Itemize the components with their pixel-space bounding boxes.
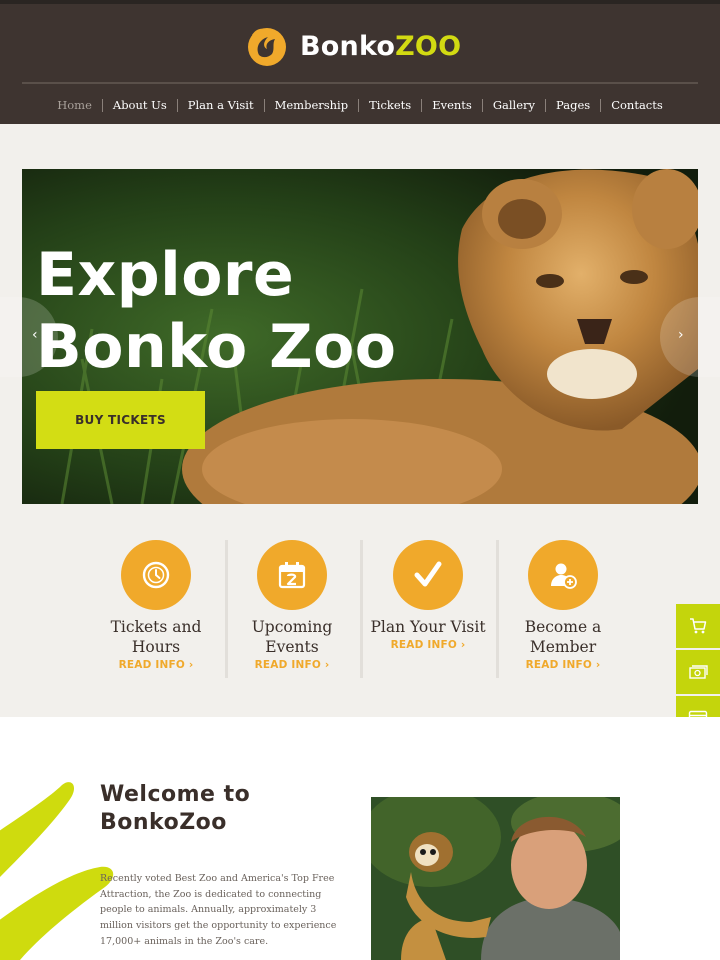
add-user-icon: [551, 563, 577, 589]
nav-item-pages[interactable]: Pages: [545, 98, 600, 112]
feature-plan-your-visit: Plan Your Visit READ INFO ›: [360, 540, 496, 651]
chevron-right-icon: ›: [678, 327, 684, 343]
nav-item-tickets[interactable]: Tickets: [358, 98, 421, 112]
buy-tickets-button[interactable]: BUY TICKETS: [36, 391, 205, 449]
hero-title: Explore Bonko Zoo: [36, 239, 397, 383]
feature-upcoming-events: Upcoming Events READ INFO ›: [224, 540, 360, 671]
welcome-title-line1: Welcome to: [100, 782, 251, 807]
feature-title: Become a Member: [495, 617, 631, 657]
feature-title-line2: Member: [529, 638, 597, 656]
feature-icon-circle[interactable]: [257, 540, 327, 610]
read-info-link[interactable]: READ INFO ›: [224, 659, 360, 671]
money-icon: [689, 665, 708, 679]
hero-title-line2: Bonko Zoo: [36, 312, 397, 382]
feature-title-line2: Hours: [131, 638, 181, 656]
feature-title: Plan Your Visit: [360, 617, 496, 637]
feature-tickets-and-hours: Tickets and Hours READ INFO ›: [88, 540, 224, 671]
feature-title: Tickets and Hours: [88, 617, 224, 657]
welcome-title-line2: BonkoZoo: [100, 810, 227, 835]
flame-logo-icon: [248, 28, 286, 66]
nav-item-plan-a-visit[interactable]: Plan a Visit: [176, 98, 264, 112]
logo-text-part2: ZOO: [395, 30, 462, 62]
hero-slider: Explore Bonko Zoo BUY TICKETS: [22, 169, 698, 504]
checkmark-icon: [414, 561, 442, 587]
nav-item-membership[interactable]: Membership: [263, 98, 359, 112]
feature-icon-circle[interactable]: [528, 540, 598, 610]
nav-item-about-us[interactable]: About Us: [101, 98, 177, 112]
feature-icon-circle[interactable]: [121, 540, 191, 610]
welcome-photo: [371, 797, 620, 960]
nav-item-gallery[interactable]: Gallery: [481, 98, 545, 112]
keeper-with-monkey-image: [371, 797, 620, 960]
feature-title-line1: Upcoming: [251, 618, 333, 636]
feature-icon-circle[interactable]: [393, 540, 463, 610]
read-info-link[interactable]: READ INFO ›: [88, 659, 224, 671]
read-info-link[interactable]: READ INFO ›: [360, 639, 496, 651]
side-money-button[interactable]: [676, 650, 720, 694]
hero-title-line1: Explore: [36, 240, 295, 310]
welcome-body-text: Recently voted Best Zoo and America's To…: [100, 873, 337, 947]
feature-title-line1: Become a: [524, 618, 602, 636]
main-nav: Home About Us Plan a Visit Membership Ti…: [0, 94, 720, 116]
clock-icon: [142, 561, 170, 589]
header-divider: [22, 82, 698, 84]
cart-icon: [690, 618, 707, 634]
nav-item-contacts[interactable]: Contacts: [600, 98, 673, 112]
logo-text-part1: Bonko: [300, 30, 396, 62]
chevron-left-icon: ‹: [32, 327, 38, 343]
welcome-title: Welcome to BonkoZoo: [100, 781, 250, 837]
nav-item-home[interactable]: Home: [47, 98, 102, 112]
feature-title-line1: Plan Your Visit: [370, 618, 486, 636]
side-cart-button[interactable]: [676, 604, 720, 648]
nav-item-events[interactable]: Events: [421, 98, 482, 112]
read-info-link[interactable]: READ INFO ›: [495, 659, 631, 671]
site-header: BonkoZOO Home About Us Plan a Visit Memb…: [0, 4, 720, 124]
feature-title-line2: Events: [265, 638, 319, 656]
logo-text: BonkoZOO: [300, 31, 461, 62]
welcome-section: Welcome to BonkoZoo Recently voted Best …: [0, 717, 720, 960]
feature-title-line1: Tickets and: [110, 618, 202, 636]
feature-become-a-member: Become a Member READ INFO ›: [495, 540, 631, 671]
calendar-icon: [278, 562, 306, 589]
feature-title: Upcoming Events: [224, 617, 360, 657]
logo[interactable]: BonkoZOO: [246, 24, 461, 68]
